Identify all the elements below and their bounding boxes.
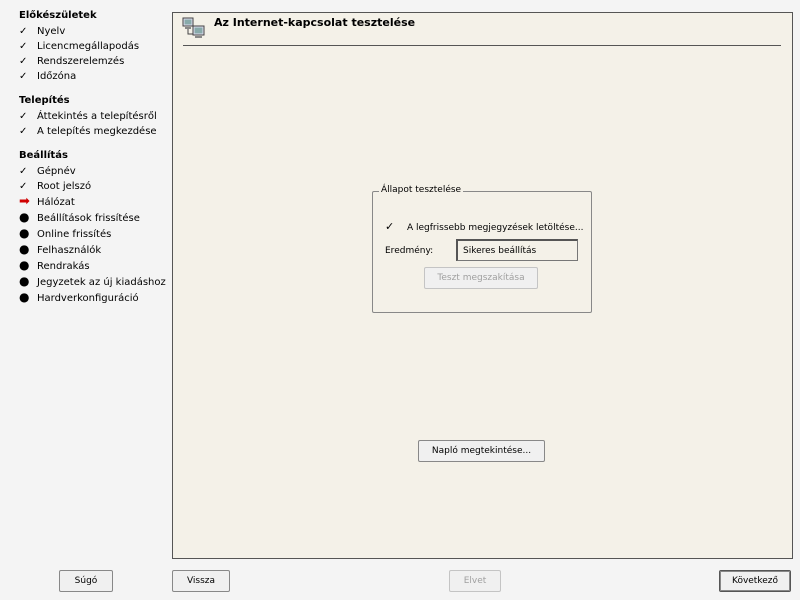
sidebar-step-label: Beállítások frissítése	[37, 213, 140, 224]
sidebar-step-label: A telepítés megkezdése	[37, 126, 157, 137]
sidebar-step: ● Jegyzetek az új kiadáshoz	[19, 274, 166, 288]
sidebar-section-title: Előkészületek	[19, 10, 97, 21]
sidebar-step-label: Hálózat	[37, 197, 75, 208]
sidebar-step-label: Rendszerelemzés	[37, 56, 125, 67]
checkmark-icon: ✓	[19, 41, 28, 52]
status-text: A legfrissebb megjegyzések letöltése...	[407, 223, 584, 233]
sidebar-step: ● Beállítások frissítése	[19, 210, 140, 224]
bullet-icon: ●	[19, 226, 30, 240]
sidebar-step-label: Rendrakás	[37, 261, 90, 272]
sidebar-step-label: Root jelszó	[37, 181, 92, 192]
sidebar-step: ✓ Áttekintés a telepítésről	[19, 110, 157, 124]
bullet-icon: ●	[19, 242, 30, 256]
checkmark-icon: ✓	[19, 181, 28, 192]
sidebar-step: ✓ Gépnév	[19, 165, 76, 179]
title-divider	[183, 45, 781, 46]
checkmark-icon: ✓	[19, 166, 28, 177]
sidebar-step: ✓ Root jelszó	[19, 180, 91, 194]
network-computers-icon	[182, 16, 206, 40]
sidebar-step: ✓ Licencmegállapodás	[19, 40, 139, 54]
sidebar-step-label: Időzóna	[37, 71, 77, 82]
next-button[interactable]: Következő	[719, 570, 791, 592]
sidebar-step: ✓ A telepítés megkezdése	[19, 125, 157, 139]
installation-steps-sidebar: Előkészületek ✓ Nyelv ✓ Licencmegállapodás ✓ R…	[0, 0, 170, 560]
sidebar-step: ● Hardverkonfiguráció	[19, 290, 139, 304]
sidebar-step: ● Felhasználók	[19, 242, 101, 256]
bullet-icon: ●	[19, 210, 30, 224]
result-label: Eredmény:	[385, 246, 434, 256]
sidebar-step: ✓ Időzóna	[19, 70, 76, 84]
sidebar-step-label: Felhasználók	[37, 245, 102, 256]
sidebar-step-label: Gépnév	[37, 166, 76, 177]
view-log-button[interactable]: Napló megtekintése...	[418, 440, 545, 462]
back-button[interactable]: Vissza	[172, 570, 230, 592]
sidebar-step: ✓ Nyelv	[19, 25, 65, 39]
red-arrow-icon: ➡	[19, 194, 30, 209]
main-panel: Az Internet-kapcsolat tesztelése Állapot…	[172, 12, 793, 559]
sidebar-step: ● Rendrakás	[19, 258, 90, 272]
sidebar-step-label: Online frissítés	[37, 229, 112, 240]
page-title: Az Internet-kapcsolat tesztelése	[214, 16, 416, 29]
help-button[interactable]: Súgó	[59, 570, 113, 592]
checkmark-icon: ✓	[19, 71, 28, 82]
bullet-icon: ●	[19, 290, 30, 304]
sidebar-step: ● Online frissítés	[19, 226, 111, 240]
checkmark-icon: ✓	[19, 26, 28, 37]
status-group-legend: Állapot tesztelése	[379, 185, 464, 195]
sidebar-section-title: Beállítás	[19, 150, 68, 161]
sidebar-section-title: Telepítés	[19, 95, 70, 106]
sidebar-step-label: Nyelv	[37, 26, 66, 37]
checkmark-icon: ✓	[385, 220, 395, 233]
sidebar-step-label: Licencmegállapodás	[37, 41, 140, 52]
sidebar-step: ✓ Rendszerelemzés	[19, 55, 124, 69]
sidebar-step: ➡ Hálózat	[19, 195, 75, 209]
checkmark-icon: ✓	[19, 111, 28, 122]
sidebar-step-label: Hardverkonfiguráció	[37, 293, 139, 304]
stop-test-button[interactable]: Teszt megszakítása	[424, 267, 538, 289]
status-test-group: Állapot tesztelése ✓ A legfrissebb megje…	[372, 185, 592, 313]
checkmark-icon: ✓	[19, 56, 28, 67]
bullet-icon: ●	[19, 274, 30, 288]
bullet-icon: ●	[19, 258, 30, 272]
abort-button[interactable]: Elvet	[449, 570, 501, 592]
checkmark-icon: ✓	[19, 126, 28, 137]
sidebar-step-label: Áttekintés a telepítésről	[37, 111, 157, 122]
sidebar-step-label: Jegyzetek az új kiadáshoz	[37, 277, 166, 288]
result-field: Sikeres beállítás	[456, 239, 578, 261]
